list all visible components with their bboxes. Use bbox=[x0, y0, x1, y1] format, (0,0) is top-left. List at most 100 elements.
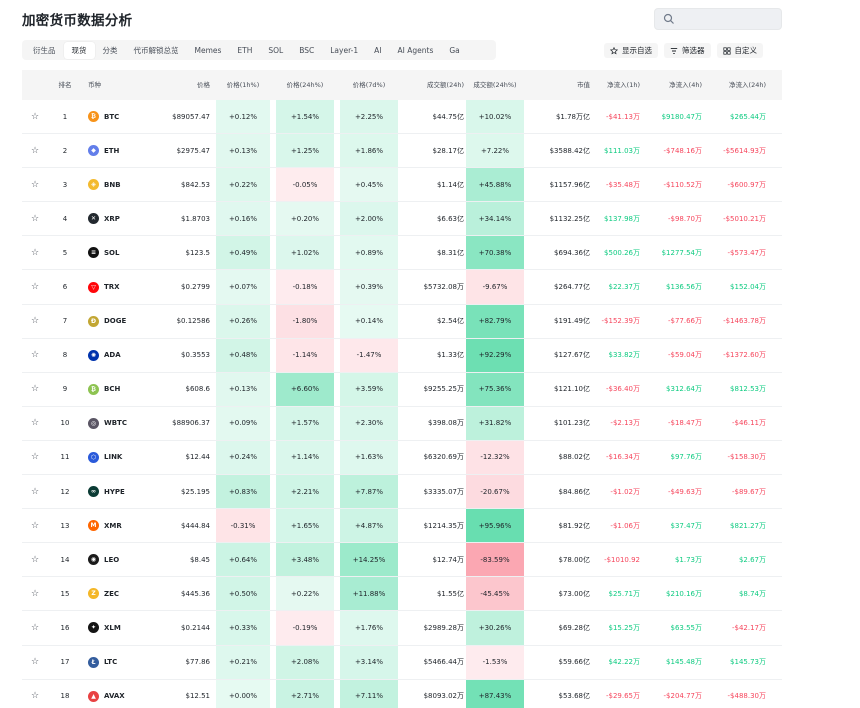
price-cell: $0.12586 bbox=[176, 317, 210, 326]
volume-cell: $12.74万 bbox=[432, 555, 465, 564]
coin-cell[interactable]: ✦ XLM bbox=[88, 611, 158, 644]
netflow-1h-cell: -$2.13万 bbox=[610, 419, 640, 428]
watchlist-star-icon[interactable]: ☆ bbox=[26, 646, 44, 679]
coin-symbol: BCH bbox=[104, 385, 121, 394]
chg7d-cell: +11.88% bbox=[340, 577, 398, 611]
watchlist-star-icon[interactable]: ☆ bbox=[26, 339, 44, 372]
watchlist-star-icon[interactable]: ☆ bbox=[26, 168, 44, 201]
tab-8[interactable]: Layer-1 bbox=[322, 43, 366, 58]
coin-symbol: XRP bbox=[104, 214, 120, 223]
customize-button[interactable]: 自定义 bbox=[716, 43, 763, 58]
col-coin[interactable]: 币种 bbox=[88, 70, 128, 100]
table-row[interactable]: ☆ 1 ₿ BTC $89057.47 +0.12% +1.54% +2.25% $44.75亿… bbox=[22, 100, 782, 135]
volchg-cell: +87.43% bbox=[466, 679, 524, 708]
coin-cell[interactable]: ₿ BCH bbox=[88, 373, 158, 406]
chg24h-cell: -0.19% bbox=[276, 611, 334, 645]
table-row[interactable]: ☆ 13 M XMR $444.84 -0.31% +1.65% +4.87% $1214.35… bbox=[22, 509, 782, 544]
watchlist-star-icon[interactable]: ☆ bbox=[26, 441, 44, 474]
coin-cell[interactable]: ▽ TRX bbox=[88, 270, 158, 303]
watchlist-star-icon[interactable]: ☆ bbox=[26, 407, 44, 440]
table-row[interactable]: ☆ 16 ✦ XLM $0.2144 +0.33% -0.19% +1.76% $2989.28… bbox=[22, 611, 782, 646]
coin-cell[interactable]: ◉ LEO bbox=[88, 543, 158, 576]
netflow-24h-cell: -$573.47万 bbox=[727, 248, 766, 257]
show-watchlist-button[interactable]: 显示自选 bbox=[604, 43, 658, 58]
coin-cell[interactable]: ∞ HYPE bbox=[88, 475, 158, 508]
col-chg7d[interactable]: 价格(7d%) bbox=[340, 70, 398, 100]
table-row[interactable]: ☆ 8 ✺ ADA $0.3553 +0.48% -1.14% -1.47% $1.33亿 +92… bbox=[22, 338, 782, 373]
volume-cell: $1.33亿 bbox=[436, 351, 464, 360]
netflow-24h-cell: $2.67万 bbox=[738, 555, 766, 564]
tab-2[interactable]: 分类 bbox=[95, 42, 126, 59]
watchlist-star-icon[interactable]: ☆ bbox=[26, 202, 44, 235]
tab-11[interactable]: Ga bbox=[441, 43, 467, 58]
table-row[interactable]: ☆ 9 ₿ BCH $608.6 +0.13% +6.60% +3.59% $9255.25万 +… bbox=[22, 372, 782, 407]
tab-4[interactable]: Memes bbox=[187, 43, 230, 58]
watchlist-star-icon[interactable]: ☆ bbox=[26, 373, 44, 406]
watchlist-star-icon[interactable]: ☆ bbox=[26, 236, 44, 269]
coin-cell[interactable]: ◈ BNB bbox=[88, 168, 158, 201]
netflow-1h-cell: -$152.39万 bbox=[601, 317, 640, 326]
watchlist-star-icon[interactable]: ☆ bbox=[26, 509, 44, 542]
tab-3[interactable]: 代币解锁总览 bbox=[126, 42, 187, 59]
col-volchg[interactable]: 成交额(24h%) bbox=[466, 70, 524, 100]
col-net24h[interactable]: 净流入(24h) bbox=[708, 70, 766, 100]
col-net4h[interactable]: 净流入(4h) bbox=[648, 70, 702, 100]
watchlist-star-icon[interactable]: ☆ bbox=[26, 100, 44, 133]
chg7d-cell: +7.87% bbox=[340, 475, 398, 509]
search-input[interactable] bbox=[654, 8, 782, 30]
tab-0[interactable]: 衍生品 bbox=[25, 42, 64, 59]
tab-10[interactable]: AI Agents bbox=[390, 43, 442, 58]
col-rank[interactable]: 排名 bbox=[52, 70, 78, 100]
coin-cell[interactable]: ₿ BTC bbox=[88, 100, 158, 133]
table-row[interactable]: ☆ 7 Ð DOGE $0.12586 +0.26% -1.80% +0.14% $2.54亿 +… bbox=[22, 304, 782, 339]
coin-cell[interactable]: Ð DOGE bbox=[88, 305, 158, 338]
table-row[interactable]: ☆ 18 ▲ AVAX $12.51 +0.00% +2.71% +7.11% $8093.02… bbox=[22, 679, 782, 708]
coin-cell[interactable]: ◆ ETH bbox=[88, 134, 158, 167]
tab-5[interactable]: ETH bbox=[229, 43, 260, 58]
coin-cell[interactable]: Z ZEC bbox=[88, 577, 158, 610]
chg24h-cell: +3.48% bbox=[276, 543, 334, 577]
coin-cell[interactable]: Ł LTC bbox=[88, 646, 158, 679]
chg1h-cell: +0.16% bbox=[216, 202, 270, 236]
tab-9[interactable]: AI bbox=[366, 43, 389, 58]
coin-cell[interactable]: ≡ SOL bbox=[88, 236, 158, 269]
tab-1[interactable]: 现货 bbox=[63, 41, 95, 59]
table-row[interactable]: ☆ 12 ∞ HYPE $25.195 +0.83% +2.21% +7.87% $3335.0… bbox=[22, 475, 782, 510]
watchlist-star-icon[interactable]: ☆ bbox=[26, 475, 44, 508]
table-row[interactable]: ☆ 11 ⬡ LINK $12.44 +0.24% +1.14% +1.63% $6320.69… bbox=[22, 440, 782, 476]
col-chg24h[interactable]: 价格(24h%) bbox=[276, 70, 334, 100]
watchlist-star-icon[interactable]: ☆ bbox=[26, 680, 44, 708]
table-row[interactable]: ☆ 17 Ł LTC $77.86 +0.21% +2.08% +3.14% $5466.44万… bbox=[22, 645, 782, 680]
coin-cell[interactable]: ▲ AVAX bbox=[88, 680, 158, 708]
col-mcap[interactable]: 市值 bbox=[532, 70, 590, 100]
watchlist-star-icon[interactable]: ☆ bbox=[26, 611, 44, 644]
netflow-4h-cell: $312.64万 bbox=[666, 385, 702, 394]
coin-cell[interactable]: ✕ XRP bbox=[88, 202, 158, 235]
table-row[interactable]: ☆ 2 ◆ ETH $2975.47 +0.13% +1.25% +1.86% $28.17亿 +… bbox=[22, 134, 782, 169]
table-row[interactable]: ☆ 3 ◈ BNB $842.53 +0.22% -0.05% +0.45% $1.14亿 +45… bbox=[22, 168, 782, 203]
watchlist-star-icon[interactable]: ☆ bbox=[26, 305, 44, 338]
coin-cell[interactable]: ⬡ LINK bbox=[88, 441, 158, 474]
coin-cell[interactable]: ✺ ADA bbox=[88, 339, 158, 372]
coin-cell[interactable]: ◎ WBTC bbox=[88, 407, 158, 440]
watchlist-star-icon[interactable]: ☆ bbox=[26, 543, 44, 576]
watchlist-star-icon[interactable]: ☆ bbox=[26, 577, 44, 610]
coin-symbol: ZEC bbox=[104, 589, 119, 598]
col-net1h[interactable]: 净流入(1h) bbox=[590, 70, 640, 100]
col-price[interactable]: 价格 bbox=[162, 70, 210, 100]
table-row[interactable]: ☆ 14 ◉ LEO $8.45 +0.64% +3.48% +14.25% $12.74万 -8… bbox=[22, 543, 782, 578]
watchlist-star-icon[interactable]: ☆ bbox=[26, 134, 44, 167]
filter-button[interactable]: 筛选器 bbox=[664, 43, 711, 58]
col-vol24h[interactable]: 成交额(24h) bbox=[400, 70, 464, 100]
coin-cell[interactable]: M XMR bbox=[88, 509, 158, 542]
table-row[interactable]: ☆ 6 ▽ TRX $0.2799 +0.07% -0.18% +0.39% $5732.08万… bbox=[22, 270, 782, 305]
col-chg1h[interactable]: 价格(1h%) bbox=[216, 70, 270, 100]
table-row[interactable]: ☆ 4 ✕ XRP $1.8703 +0.16% +0.20% +2.00% $6.63亿 +34… bbox=[22, 202, 782, 237]
table-row[interactable]: ☆ 15 Z ZEC $445.36 +0.50% +0.22% +11.88% $1.55亿 -… bbox=[22, 577, 782, 612]
tab-6[interactable]: SOL bbox=[260, 43, 291, 58]
table-row[interactable]: ☆ 10 ◎ WBTC $88906.37 +0.09% +1.57% +2.30% $398.… bbox=[22, 406, 782, 441]
netflow-4h-cell: $37.47万 bbox=[670, 521, 703, 530]
tab-7[interactable]: BSC bbox=[291, 43, 322, 58]
watchlist-star-icon[interactable]: ☆ bbox=[26, 270, 44, 303]
table-row[interactable]: ☆ 5 ≡ SOL $123.5 +0.49% +1.02% +0.89% $8.31亿 +70.… bbox=[22, 236, 782, 271]
